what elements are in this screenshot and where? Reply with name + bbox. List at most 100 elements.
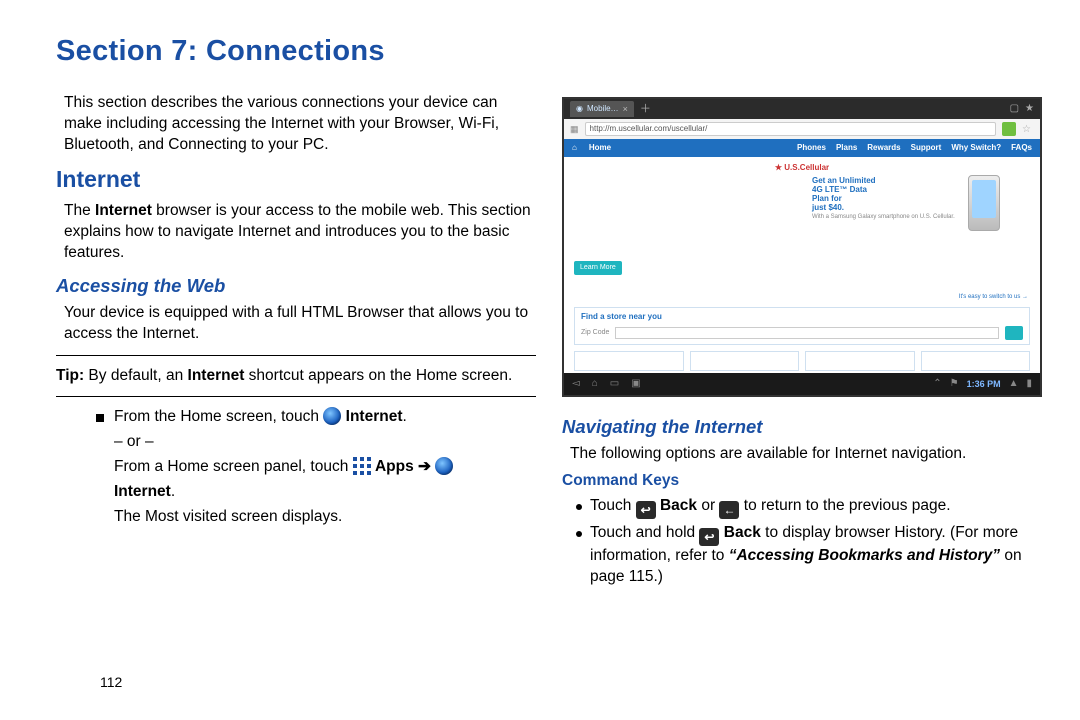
nav-item: Support: [911, 143, 942, 154]
learn-more-button: Learn More: [574, 261, 622, 274]
screenshot-icon: ▣: [631, 377, 640, 391]
bold-apps: Apps: [375, 458, 418, 475]
nav-item: FAQs: [1011, 143, 1032, 154]
nav-item: Plans: [836, 143, 857, 154]
home-icon: ⌂: [592, 377, 598, 391]
text: By default, an: [84, 367, 187, 384]
expand-icon: ⌃: [933, 377, 941, 391]
bullet-text: Touch ↩ Back or ← to return to the previ…: [590, 496, 951, 519]
zip-input: [615, 327, 999, 339]
bold-internet: Internet: [188, 367, 245, 384]
url-input: http://m.uscellular.com/uscellular/: [585, 122, 996, 136]
text: or: [697, 497, 719, 514]
close-tab-icon: ×: [623, 103, 628, 115]
bullet-text: Touch and hold ↩ Back to display browser…: [590, 523, 1042, 588]
apps-grid-icon: [353, 457, 371, 475]
new-tab-icon: ＋: [640, 102, 651, 117]
internet-paragraph: The Internet browser is your access to t…: [64, 201, 536, 264]
globe-icon: ◉: [576, 104, 583, 115]
tip-paragraph: Tip: By default, an Internet shortcut ap…: [56, 366, 536, 387]
accessing-paragraph: Your device is equipped with a full HTML…: [64, 303, 536, 345]
nav-item: Why Switch?: [951, 143, 1001, 154]
zip-label: Zip Code: [581, 328, 609, 337]
reference-title: “Accessing Bookmarks and History”: [729, 547, 1000, 564]
step-text: From a Home screen panel, touch Apps ➔: [114, 457, 536, 478]
card: [805, 351, 915, 371]
back-key-icon: ↩: [636, 501, 656, 519]
bullet-row: Touch ↩ Back or ← to return to the previ…: [576, 496, 1042, 519]
page-icon: ▦: [570, 123, 579, 135]
find-store-label: Find a store near you: [581, 312, 1023, 323]
star-icon: ☆: [1022, 123, 1034, 135]
step-row: From the Home screen, touch Internet.: [96, 407, 536, 428]
dot-bullet-icon: [576, 504, 582, 510]
site-nav: ⌂ Home Phones Plans Rewards Support Why …: [564, 139, 1040, 157]
heading-navigating: Navigating the Internet: [562, 415, 1042, 440]
intro-paragraph: This section describes the various conne…: [64, 93, 536, 156]
url-bar: ▦ http://m.uscellular.com/uscellular/ ☆: [564, 119, 1040, 139]
bold-back: Back: [724, 524, 761, 541]
back-key-icon: ↩: [699, 528, 719, 546]
bold-internet: Internet: [114, 483, 171, 500]
internet-globe-icon: [323, 407, 341, 425]
bold-internet: Internet: [346, 408, 403, 425]
result-text: The Most visited screen displays.: [114, 507, 536, 528]
bold-back: Back: [660, 497, 697, 514]
nav-paragraph: The following options are available for …: [570, 444, 1042, 465]
go-button: [1005, 326, 1023, 340]
tab-label: Mobile…: [587, 104, 619, 115]
notif-icon: ⚑: [950, 377, 959, 391]
right-column: ◉ Mobile… × ＋ ▢ ★ ▦ http://m.uscellular.…: [562, 93, 1042, 592]
heading-command-keys: Command Keys: [562, 471, 1042, 492]
tip-label: Tip:: [56, 367, 84, 384]
browser-screenshot: ◉ Mobile… × ＋ ▢ ★ ▦ http://m.uscellular.…: [562, 97, 1042, 397]
windows-icon: ▢: [1010, 102, 1019, 116]
battery-icon: ▮: [1026, 377, 1032, 391]
system-bar: ◅ ⌂ ▭ ▣ ⌃ ⚑ 1:36 PM ▲ ▮: [564, 373, 1040, 395]
arrow-right-icon: ➔: [418, 458, 431, 475]
tab-bar: ◉ Mobile… × ＋ ▢ ★: [564, 99, 1040, 119]
carrier-logo: ★ U.S.Cellular: [775, 163, 829, 174]
text: .: [171, 483, 175, 500]
text: shortcut appears on the Home screen.: [244, 367, 512, 384]
find-store-box: Find a store near you Zip Code: [574, 307, 1030, 345]
divider: [56, 396, 536, 397]
page-number: 112: [100, 673, 122, 692]
browser-tab: ◉ Mobile… ×: [570, 101, 634, 117]
nav-item: Phones: [797, 143, 826, 154]
text: Touch: [590, 497, 636, 514]
or-separator: – or –: [114, 432, 536, 453]
card-row: [574, 351, 1030, 371]
recent-icon: ▭: [610, 377, 619, 391]
divider: [56, 355, 536, 356]
bookmark-icon: ★: [1025, 102, 1034, 116]
page-body: ★ U.S.Cellular Get an Unlimited 4G LTE™ …: [564, 157, 1040, 373]
heading-internet: Internet: [56, 164, 536, 195]
card: [921, 351, 1031, 371]
heading-accessing-web: Accessing the Web: [56, 274, 536, 299]
text: From a Home screen panel, touch: [114, 458, 353, 475]
clock: 1:36 PM: [967, 378, 1001, 390]
nav-home: Home: [589, 143, 611, 154]
arrow-left-icon: ←: [719, 501, 739, 519]
back-icon: ◅: [572, 377, 580, 391]
step-text: Internet.: [114, 482, 536, 503]
dot-bullet-icon: [576, 531, 582, 537]
switch-link: It's easy to switch to us →: [959, 293, 1028, 301]
section-title: Section 7: Connections: [56, 32, 1042, 71]
left-column: This section describes the various conne…: [56, 93, 536, 592]
square-bullet-icon: [96, 414, 104, 422]
text: The: [64, 202, 95, 219]
home-icon: ⌂: [572, 143, 577, 154]
card: [690, 351, 800, 371]
go-button: [1002, 122, 1016, 136]
wifi-icon: ▲: [1009, 377, 1019, 391]
internet-globe-icon: [435, 457, 453, 475]
card: [574, 351, 684, 371]
phone-image: [968, 175, 1000, 231]
bold-internet: Internet: [95, 202, 152, 219]
step-text: From the Home screen, touch Internet.: [114, 407, 407, 428]
nav-item: Rewards: [867, 143, 900, 154]
text: Touch and hold: [590, 524, 699, 541]
text: From the Home screen, touch: [114, 408, 323, 425]
